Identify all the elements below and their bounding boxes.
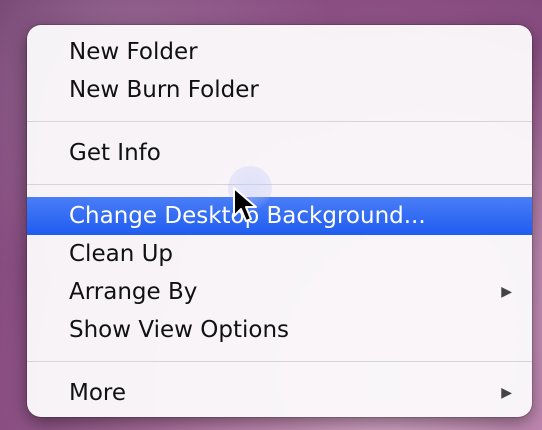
menu-item-change-desktop-background[interactable]: Change Desktop Background... <box>27 197 532 235</box>
menu-item-label: Arrange By <box>69 279 198 305</box>
menu-item-arrange-by[interactable]: Arrange By ▶ <box>27 273 532 311</box>
pointer-cursor-icon <box>233 187 257 222</box>
menu-item-clean-up[interactable]: Clean Up <box>27 235 532 273</box>
menu-item-new-folder[interactable]: New Folder <box>27 33 532 71</box>
menu-item-show-view-options[interactable]: Show View Options <box>27 311 532 349</box>
triangle-right-icon: ▶ <box>501 284 512 300</box>
menu-item-label: Clean Up <box>69 241 174 267</box>
context-menu: New Folder New Burn Folder Get Info Chan… <box>27 25 532 417</box>
menu-item-more[interactable]: More ▶ <box>27 374 532 412</box>
menu-item-label: Get Info <box>69 140 161 166</box>
menu-separator <box>27 361 532 362</box>
menu-separator <box>27 121 532 122</box>
menu-item-label: More <box>69 380 127 406</box>
menu-item-new-burn-folder[interactable]: New Burn Folder <box>27 71 532 109</box>
menu-separator <box>27 184 532 185</box>
menu-item-label: New Folder <box>69 39 198 65</box>
menu-item-get-info[interactable]: Get Info <box>27 134 532 172</box>
menu-item-label: Show View Options <box>69 317 290 343</box>
menu-item-label: New Burn Folder <box>69 77 259 103</box>
triangle-right-icon: ▶ <box>501 385 512 401</box>
